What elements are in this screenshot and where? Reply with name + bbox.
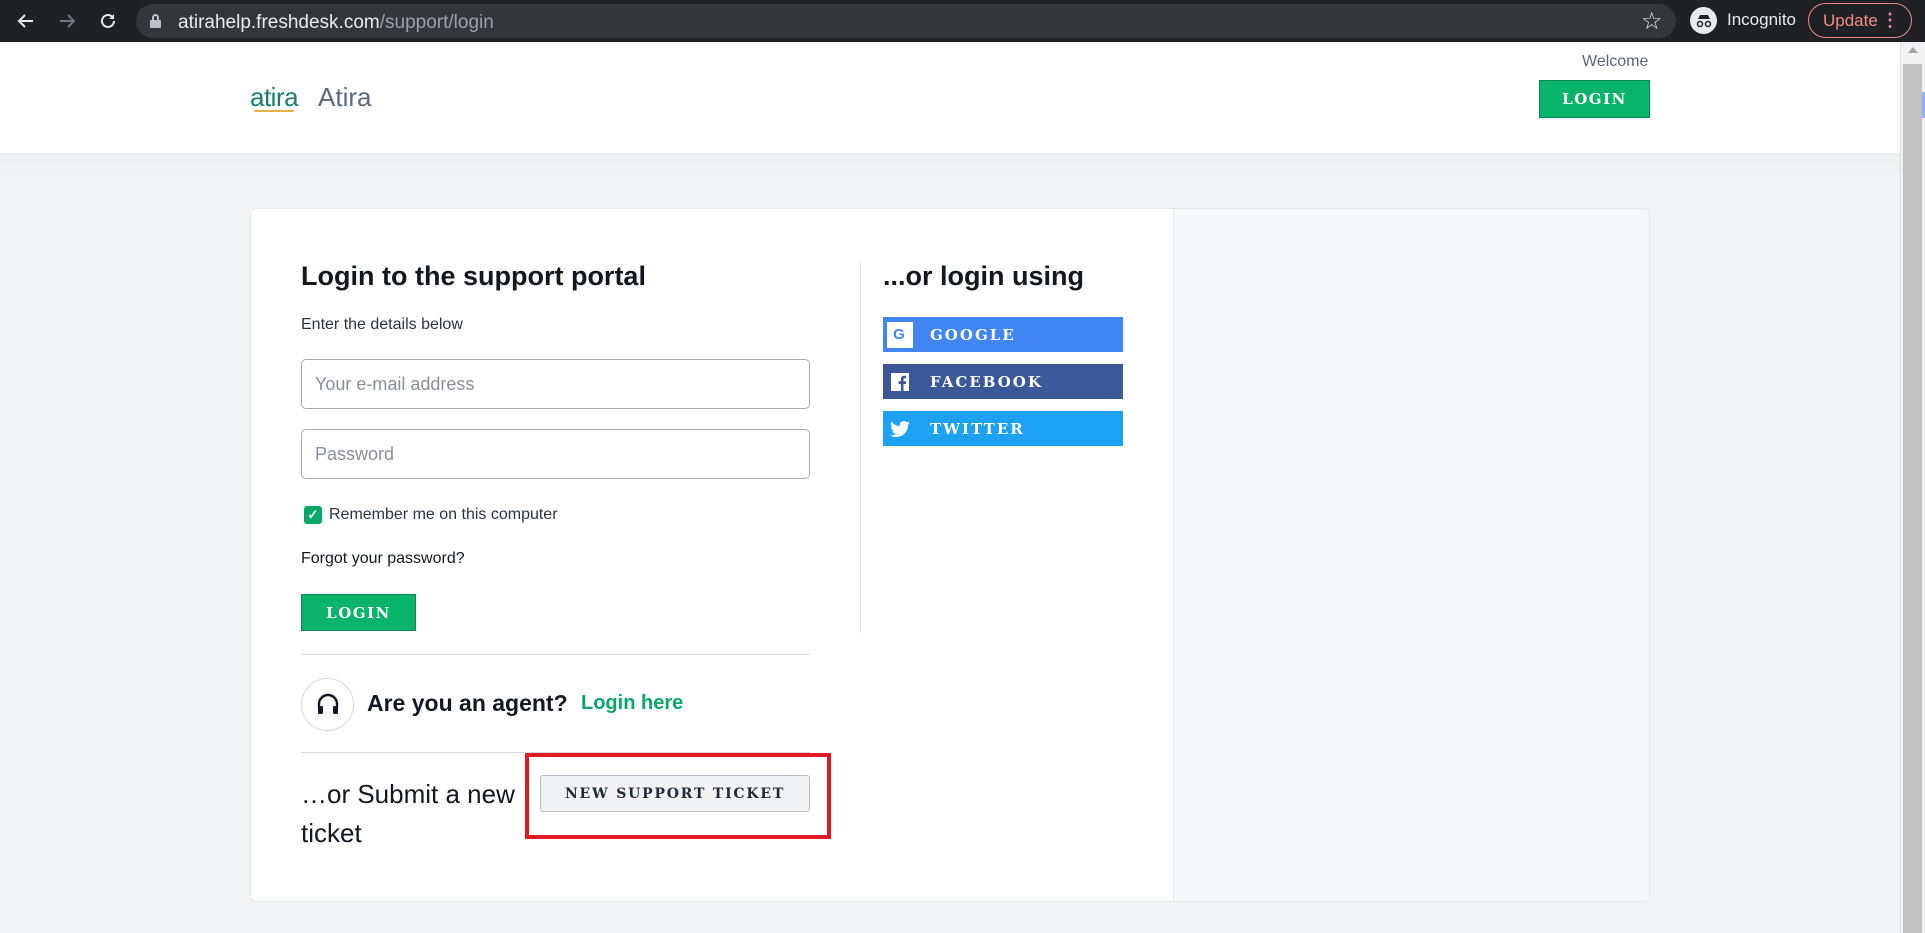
more-vert-icon[interactable]: ⋮ bbox=[1881, 10, 1899, 30]
facebook-label: FACEBOOK bbox=[930, 372, 1043, 391]
column-divider bbox=[860, 261, 861, 633]
login-button[interactable]: LOGIN bbox=[301, 594, 416, 631]
google-icon: G bbox=[887, 321, 913, 348]
back-arrow-icon[interactable] bbox=[10, 5, 42, 37]
star-icon[interactable]: ☆ bbox=[1641, 7, 1663, 36]
submit-ticket-text: …or Submit a new ticket bbox=[301, 779, 515, 848]
page-scrollbar[interactable] bbox=[1900, 42, 1925, 933]
header-shadow bbox=[0, 154, 1900, 176]
incognito-icon bbox=[1690, 7, 1717, 34]
update-label: Update bbox=[1823, 10, 1878, 30]
divider bbox=[301, 654, 810, 655]
forward-arrow-icon[interactable] bbox=[51, 5, 83, 37]
login-card: Login to the support portal Enter the de… bbox=[250, 208, 1650, 902]
card-sidebar bbox=[1173, 209, 1649, 901]
highlight-box bbox=[525, 753, 831, 839]
lock-icon bbox=[150, 14, 161, 28]
social-login-title: ...or login using bbox=[883, 261, 1084, 291]
password-field[interactable] bbox=[301, 429, 810, 479]
header-login-button[interactable]: LOGIN bbox=[1539, 80, 1650, 118]
incognito-label: Incognito bbox=[1727, 10, 1796, 29]
twitter-icon bbox=[887, 416, 913, 442]
welcome-text: Welcome bbox=[1582, 53, 1649, 70]
facebook-icon bbox=[887, 369, 913, 395]
agent-login-link[interactable]: Login here bbox=[581, 692, 683, 715]
address-bar[interactable]: atirahelp.freshdesk.com/support/login ☆ bbox=[136, 4, 1676, 38]
brand-name[interactable]: Atira bbox=[318, 82, 371, 113]
facebook-login-button[interactable]: FACEBOOK bbox=[883, 364, 1123, 399]
twitter-login-button[interactable]: TWITTER bbox=[883, 411, 1123, 446]
site-header: atira Atira Welcome LOGIN bbox=[0, 42, 1900, 154]
email-field[interactable] bbox=[301, 359, 810, 409]
google-login-button[interactable]: G GOOGLE bbox=[883, 317, 1123, 352]
browser-toolbar: atirahelp.freshdesk.com/support/login ☆ … bbox=[0, 0, 1925, 42]
agent-question: Are you an agent? bbox=[367, 690, 568, 716]
company-logo[interactable]: atira bbox=[250, 82, 299, 113]
scroll-up-arrow-icon[interactable] bbox=[1908, 47, 1918, 53]
scrollbar-thumb[interactable] bbox=[1903, 64, 1922, 933]
login-subtitle: Enter the details below bbox=[301, 316, 463, 333]
headset-icon bbox=[301, 678, 354, 731]
remember-me[interactable]: ✓ Remember me on this computer bbox=[304, 506, 558, 524]
reload-icon[interactable] bbox=[92, 5, 124, 37]
forgot-password-link[interactable]: Forgot your password? bbox=[301, 550, 465, 568]
remember-label: Remember me on this computer bbox=[329, 506, 558, 523]
remember-checkbox[interactable]: ✓ bbox=[304, 506, 322, 524]
update-button[interactable]: Update ⋮ bbox=[1808, 3, 1912, 38]
twitter-label: TWITTER bbox=[930, 419, 1025, 438]
url-text: atirahelp.freshdesk.com/support/login bbox=[178, 12, 494, 33]
login-title: Login to the support portal bbox=[301, 261, 646, 291]
google-label: GOOGLE bbox=[930, 325, 1016, 344]
